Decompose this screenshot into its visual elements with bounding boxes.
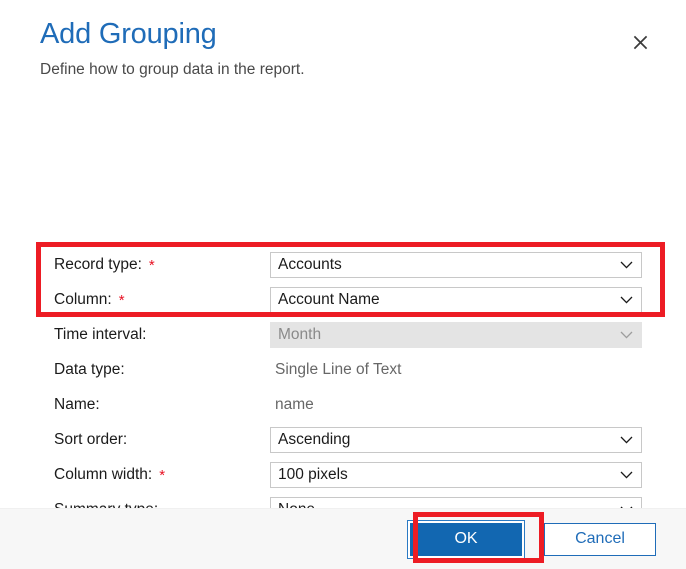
field-label: Name: xyxy=(54,395,270,415)
field-control: Account Name xyxy=(270,286,642,313)
grouping-form: Record type: * Accounts Column: * Account Nam… xyxy=(54,247,642,527)
form-row: Column: * Account Name xyxy=(54,282,642,317)
close-button[interactable] xyxy=(624,26,656,58)
field-label: Time interval: xyxy=(54,325,270,345)
dialog-subtitle: Define how to group data in the report. xyxy=(40,61,305,78)
chevron-down-icon xyxy=(611,261,641,269)
field-label: Data type: xyxy=(54,360,270,380)
field-control: Ascending xyxy=(270,426,642,453)
dropdown-sort-order[interactable]: Ascending xyxy=(270,426,642,453)
field-label-text: Time interval: xyxy=(54,325,147,343)
ok-button[interactable]: OK xyxy=(408,520,524,558)
field-label-text: Data type: xyxy=(54,360,125,378)
field-control: Accounts xyxy=(270,251,642,278)
field-label: Column width: * xyxy=(54,465,270,485)
dropdown-column-width[interactable]: 100 pixels xyxy=(270,461,642,488)
readonly-value: Single Line of Text xyxy=(275,360,402,378)
field-control: Single Line of Text xyxy=(270,360,642,380)
dialog-footer: OK Cancel xyxy=(0,508,686,569)
form-row: Sort order: Ascending xyxy=(54,422,642,457)
page-title: Add Grouping xyxy=(40,18,217,50)
close-icon xyxy=(633,35,648,50)
field-label-text: Column width: xyxy=(54,465,153,483)
field-control: 100 pixels xyxy=(270,461,642,488)
readonly-value: name xyxy=(275,395,314,413)
form-row: Data type: Single Line of Text xyxy=(54,352,642,387)
chevron-down-icon xyxy=(611,436,641,444)
field-control: Month xyxy=(270,321,642,348)
chevron-down-icon xyxy=(611,331,641,339)
form-row: Column width: * 100 pixels xyxy=(54,457,642,492)
required-asterisk: * xyxy=(148,256,155,274)
field-label: Column: * xyxy=(54,290,270,310)
dialog-body: Record type: * Accounts Column: * Account Nam… xyxy=(0,81,686,523)
field-label: Sort order: xyxy=(54,430,270,450)
dropdown-value: Ascending xyxy=(278,430,351,448)
dropdown-value: Month xyxy=(278,325,322,343)
chevron-down-icon xyxy=(611,296,641,304)
form-row: Name: name xyxy=(54,387,642,422)
dialog-header: Add Grouping Define how to group data in… xyxy=(0,0,686,81)
dropdown-time-interval: Month xyxy=(270,321,642,348)
field-control: name xyxy=(270,395,642,415)
field-label: Record type: * xyxy=(54,255,270,275)
dropdown-value: 100 pixels xyxy=(278,465,348,483)
chevron-down-icon xyxy=(611,471,641,479)
dropdown-record-type[interactable]: Accounts xyxy=(270,251,642,278)
form-row: Record type: * Accounts xyxy=(54,247,642,282)
required-asterisk: * xyxy=(118,291,125,309)
dropdown-value: Accounts xyxy=(278,255,342,273)
dropdown-column[interactable]: Account Name xyxy=(270,286,642,313)
cancel-button[interactable]: Cancel xyxy=(544,522,656,556)
add-grouping-dialog: Add Grouping Define how to group data in… xyxy=(0,0,686,569)
form-row: Time interval: Month xyxy=(54,317,642,352)
field-label-text: Record type: xyxy=(54,255,142,273)
dropdown-value: Account Name xyxy=(278,290,380,308)
required-asterisk: * xyxy=(159,466,166,484)
field-label-text: Column: xyxy=(54,290,112,308)
field-label-text: Sort order: xyxy=(54,430,128,448)
field-label-text: Name: xyxy=(54,395,100,413)
